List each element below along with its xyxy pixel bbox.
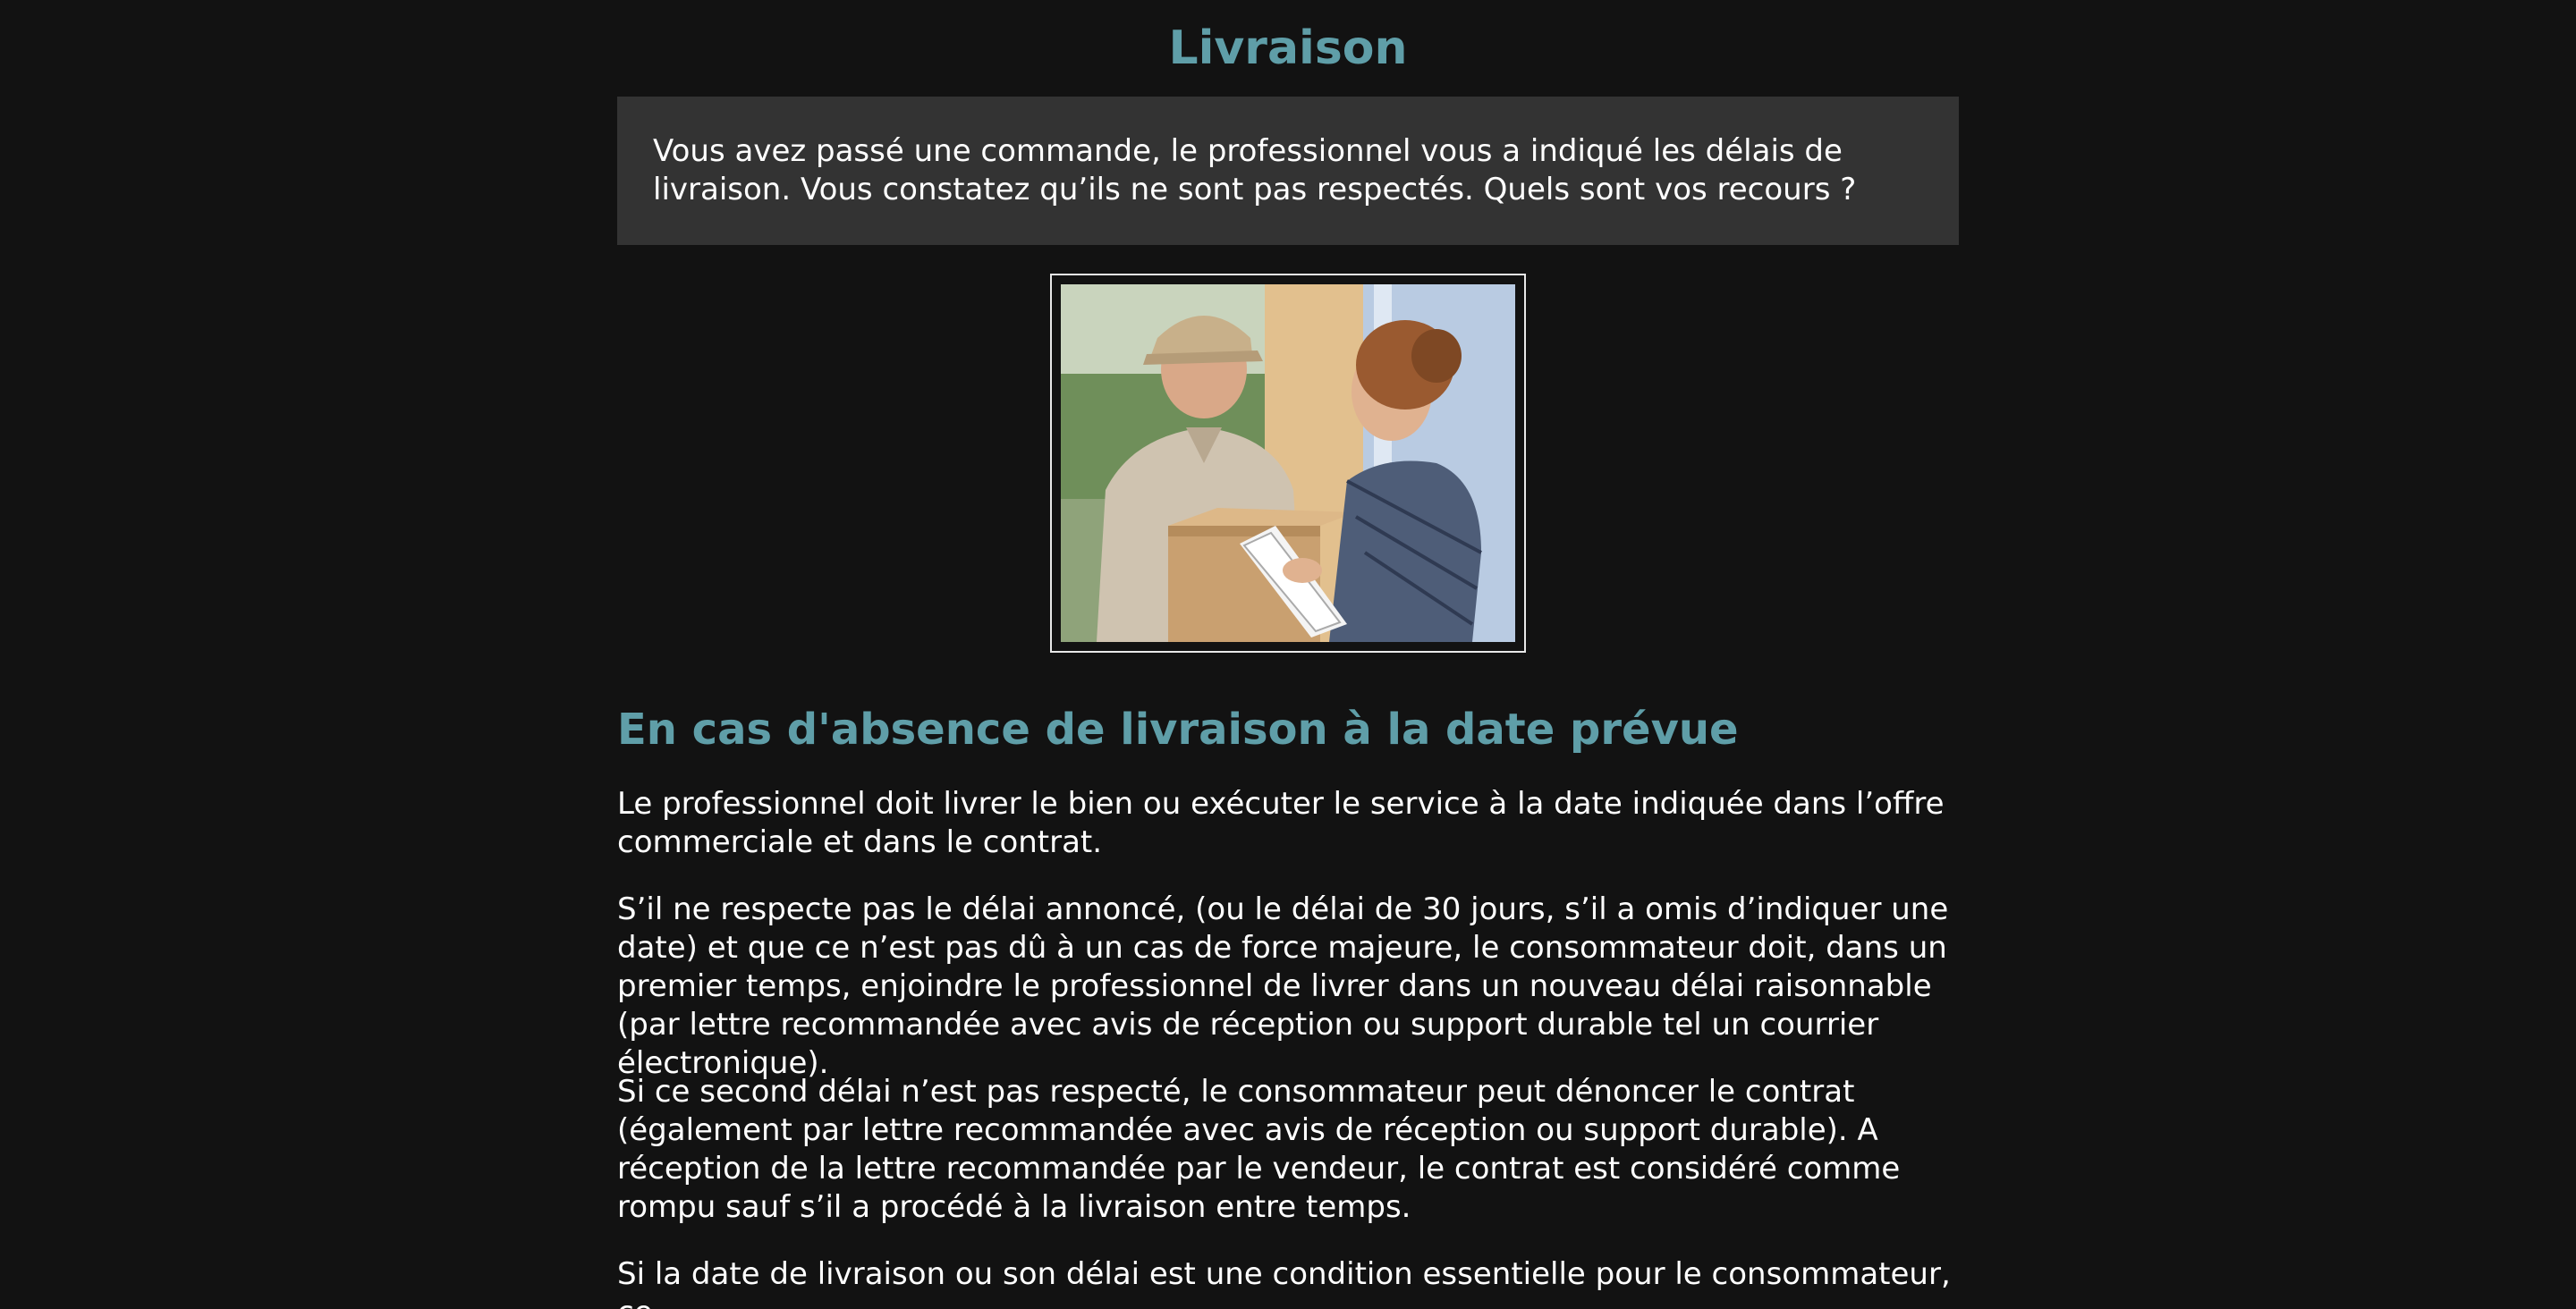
paragraph-essential-condition: Si la date de livraison ou son délai est…	[617, 1256, 1951, 1309]
delivery-photo	[1061, 284, 1515, 642]
intro-text: Vous avez passé une commande, le profess…	[653, 133, 1857, 207]
section-heading: En cas d'absence de livraison à la date …	[617, 705, 1739, 755]
paragraph-delivery-obligation: Le professionnel doit livrer le bien ou …	[617, 786, 1945, 860]
paragraph-contract-termination: Si ce second délai n’est pas respecté, l…	[617, 1074, 1901, 1225]
delivery-photo-frame	[1050, 274, 1526, 653]
delivery-photo-illustration	[1061, 284, 1515, 642]
paragraph-missed-deadline: S’il ne respecte pas le délai annoncé, (…	[617, 891, 1949, 1081]
page-title: Livraison	[1168, 21, 1408, 75]
intro-box: Vous avez passé une commande, le profess…	[617, 97, 1959, 245]
